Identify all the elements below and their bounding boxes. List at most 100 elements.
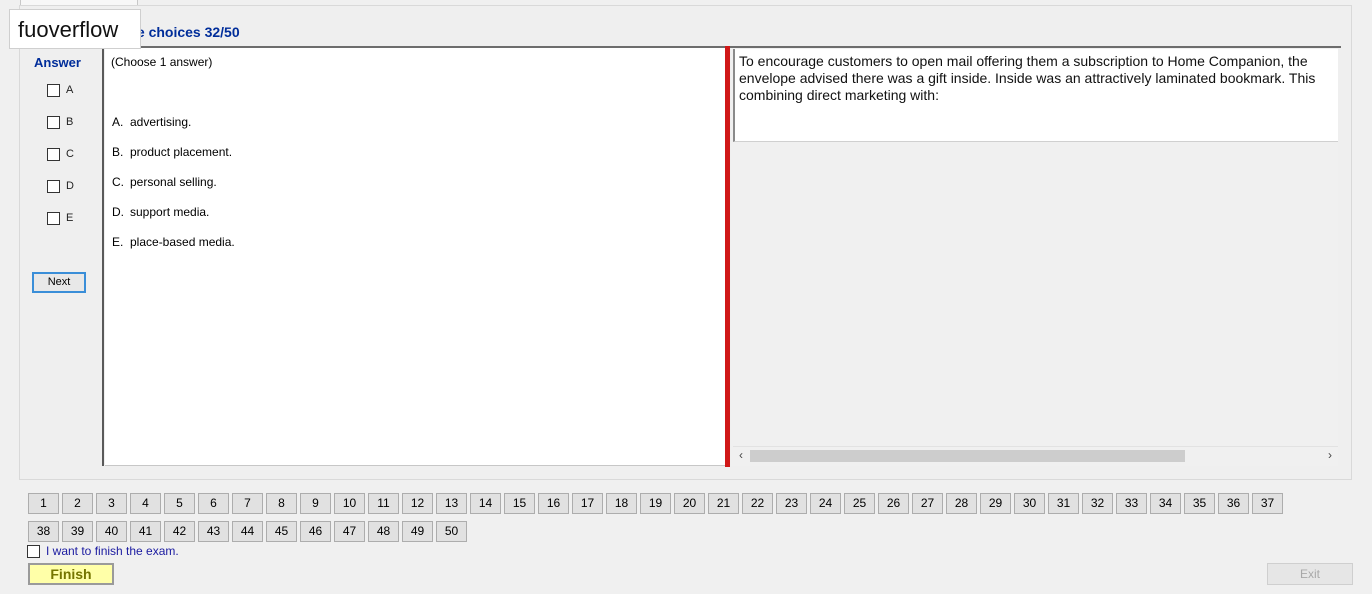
question-nav-button-35[interactable]: 35 [1184,493,1215,514]
question-nav-button-3[interactable]: 3 [96,493,127,514]
question-nav-button-26[interactable]: 26 [878,493,909,514]
question-nav-button-44[interactable]: 44 [232,521,263,542]
question-nav-button-31[interactable]: 31 [1048,493,1079,514]
question-nav-button-34[interactable]: 34 [1150,493,1181,514]
question-nav-button-7[interactable]: 7 [232,493,263,514]
question-nav-button-32[interactable]: 32 [1082,493,1113,514]
answer-title: Answer [34,55,81,70]
answer-checkbox-c[interactable] [47,147,60,161]
question-nav-button-38[interactable]: 38 [28,521,59,542]
question-nav-button-30[interactable]: 30 [1014,493,1045,514]
question-nav-button-23[interactable]: 23 [776,493,807,514]
answer-checkbox-d[interactable] [47,179,60,193]
question-nav-button-49[interactable]: 49 [402,521,433,542]
question-nav-button-33[interactable]: 33 [1116,493,1147,514]
question-nav-button-24[interactable]: 24 [810,493,841,514]
choice-text: support media. [130,205,210,219]
question-nav-button-20[interactable]: 20 [674,493,705,514]
answer-letter-c: C [66,148,74,160]
question-nav-button-43[interactable]: 43 [198,521,229,542]
choice-c: C. personal selling. [112,175,217,189]
scroll-thumb[interactable] [750,450,1185,462]
answer-letter-b: B [66,116,74,128]
question-nav-button-6[interactable]: 6 [198,493,229,514]
question-nav-button-11[interactable]: 11 [368,493,399,514]
scroll-right-icon[interactable]: › [1322,447,1338,464]
question-panel: (Choose 1 answer) A. advertising. B. produ… [105,48,725,466]
question-nav-button-22[interactable]: 22 [742,493,773,514]
choice-d: D. support media. [112,205,209,219]
question-nav-button-18[interactable]: 18 [606,493,637,514]
question-nav-button-50[interactable]: 50 [436,521,467,542]
answer-checkbox-a[interactable] [47,83,60,97]
scroll-left-icon[interactable]: ‹ [733,447,749,464]
question-nav-button-13[interactable]: 13 [436,493,467,514]
question-nav-button-14[interactable]: 14 [470,493,501,514]
watermark-label: fuoverflow [9,9,141,49]
exit-button: Exit [1267,563,1353,585]
question-nav-button-5[interactable]: 5 [164,493,195,514]
question-nav-button-27[interactable]: 27 [912,493,943,514]
question-nav-button-4[interactable]: 4 [130,493,161,514]
choice-letter: D. [112,205,124,219]
choice-text: advertising. [130,115,192,129]
question-nav-button-21[interactable]: 21 [708,493,739,514]
section-heading: le choices 32/50 [133,24,240,40]
choice-text: personal selling. [130,175,217,189]
answer-letter-d: D [66,180,74,192]
answer-option-d[interactable]: D [47,179,74,193]
question-instruction: (Choose 1 answer) [111,55,213,69]
finish-confirm-label: I want to finish the exam. [46,544,179,558]
question-nav-button-48[interactable]: 48 [368,521,399,542]
answer-option-a[interactable]: A [47,83,73,97]
question-nav-button-15[interactable]: 15 [504,493,535,514]
question-nav-button-37[interactable]: 37 [1252,493,1283,514]
question-nav-button-45[interactable]: 45 [266,521,297,542]
question-nav-button-40[interactable]: 40 [96,521,127,542]
question-nav-button-42[interactable]: 42 [164,521,195,542]
choice-letter: C. [112,175,124,189]
answer-letter-a: A [66,84,74,96]
choice-text: product placement. [130,145,233,159]
question-nav-button-25[interactable]: 25 [844,493,875,514]
choice-letter: A. [112,115,124,129]
answer-checkbox-b[interactable] [47,115,60,129]
finish-button[interactable]: Finish [28,563,114,585]
question-nav-button-36[interactable]: 36 [1218,493,1249,514]
stem-panel: To encourage customers to open mail offe… [731,48,1338,466]
question-nav-button-12[interactable]: 12 [402,493,433,514]
question-nav-button-1[interactable]: 1 [28,493,59,514]
question-nav-button-39[interactable]: 39 [62,521,93,542]
question-nav-button-19[interactable]: 19 [640,493,671,514]
question-nav-button-17[interactable]: 17 [572,493,603,514]
question-nav-button-10[interactable]: 10 [334,493,365,514]
answer-panel: Answer A B C D E Next [30,48,104,466]
choice-letter: B. [112,145,124,159]
horizontal-scrollbar[interactable]: ‹ › [733,446,1338,463]
question-nav-button-47[interactable]: 47 [334,521,365,542]
choice-a: A. advertising. [112,115,191,129]
answer-checkbox-e[interactable] [47,211,60,225]
choice-e: E. place-based media. [112,235,235,249]
question-nav-button-16[interactable]: 16 [538,493,569,514]
next-button[interactable]: Next [32,272,86,293]
finish-confirm-row: I want to finish the exam. [27,544,179,558]
question-nav-button-9[interactable]: 9 [300,493,331,514]
choice-text: place-based media. [130,235,235,249]
answer-letter-e: E [66,212,74,224]
question-nav-button-41[interactable]: 41 [130,521,161,542]
panel-splitter[interactable] [725,46,730,467]
question-nav-button-2[interactable]: 2 [62,493,93,514]
question-nav-button-8[interactable]: 8 [266,493,297,514]
answer-option-b[interactable]: B [47,115,73,129]
choice-b: B. product placement. [112,145,232,159]
question-nav-button-46[interactable]: 46 [300,521,331,542]
question-nav-button-28[interactable]: 28 [946,493,977,514]
question-stem-box: To encourage customers to open mail offe… [733,49,1338,142]
finish-confirm-checkbox[interactable] [27,544,40,558]
answer-option-c[interactable]: C [47,147,74,161]
answer-option-e[interactable]: E [47,211,73,225]
question-nav-button-29[interactable]: 29 [980,493,1011,514]
choice-letter: E. [112,235,124,249]
question-stem-text: To encourage customers to open mail offe… [739,53,1316,103]
